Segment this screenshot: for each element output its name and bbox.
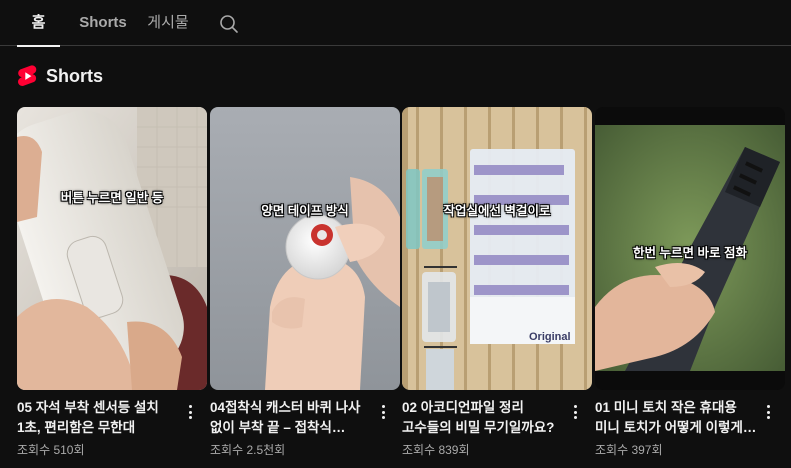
youtube-shorts-logo-icon	[18, 64, 37, 86]
tab-posts[interactable]: 게시물	[144, 0, 192, 46]
more-options-icon[interactable]	[566, 401, 584, 423]
short-card: 버튼 누르면 일반 등 05 자석 부착 센서등 설치 1초, 편리함은 무한대…	[17, 107, 207, 467]
thumbnail-caption: 양면 테이프 방식	[261, 204, 349, 218]
view-count: 조회수 510회	[17, 443, 85, 457]
channel-tabs: 홈 Shorts 게시물	[0, 0, 791, 47]
more-options-icon[interactable]	[374, 401, 392, 423]
short-card: Original 작업실에선 벽걸이로 02 아코디언파일 정리 고수들의 비밀…	[402, 107, 592, 467]
tab-shorts[interactable]: Shorts	[78, 0, 128, 46]
view-count: 조회수 2.5천회	[210, 443, 286, 457]
short-title[interactable]: 05 자석 부착 센서등 설치 1초, 편리함은 무한대	[17, 398, 179, 438]
short-thumbnail[interactable]: Original 작업실에선 벽걸이로	[402, 107, 592, 390]
more-options-icon[interactable]	[759, 401, 777, 423]
thumbnail-caption: 한번 누르면 바로 점화	[633, 246, 747, 260]
short-thumbnail[interactable]: 버튼 누르면 일반 등	[17, 107, 207, 390]
search-icon[interactable]	[219, 14, 239, 34]
more-options-icon[interactable]	[181, 401, 199, 423]
short-title[interactable]: 02 아코디언파일 정리 고수들의 비밀 무기일까요?	[402, 398, 564, 438]
short-title[interactable]: 04접착식 캐스터 바퀴 나사 없이 부착 끝 – 접착식 캐스터	[210, 398, 372, 438]
short-thumbnail[interactable]: 양면 테이프 방식	[210, 107, 400, 390]
short-thumbnail[interactable]: 한번 누르면 바로 점화	[595, 107, 785, 390]
short-title[interactable]: 01 미니 토치 작은 휴대용 미니 토치가 어떻게 이렇게 강력할까	[595, 398, 757, 438]
thumbnail-caption: 버튼 누르면 일반 등	[60, 191, 164, 205]
section-title: Shorts	[46, 65, 104, 86]
shorts-section-header: Shorts	[18, 64, 103, 88]
short-card: 한번 누르면 바로 점화 01 미니 토치 작은 휴대용 미니 토치가 어떻게 …	[595, 107, 785, 467]
view-count: 조회수 397회	[595, 443, 663, 457]
thumbnail-caption: 작업실에선 벽걸이로	[443, 204, 551, 218]
tab-home[interactable]: 홈	[17, 0, 60, 47]
view-count: 조회수 839회	[402, 443, 470, 457]
short-card: 양면 테이프 방식 04접착식 캐스터 바퀴 나사 없이 부착 끝 – 접착식 …	[210, 107, 400, 467]
thumbnail-logo-text: Original	[529, 331, 571, 343]
